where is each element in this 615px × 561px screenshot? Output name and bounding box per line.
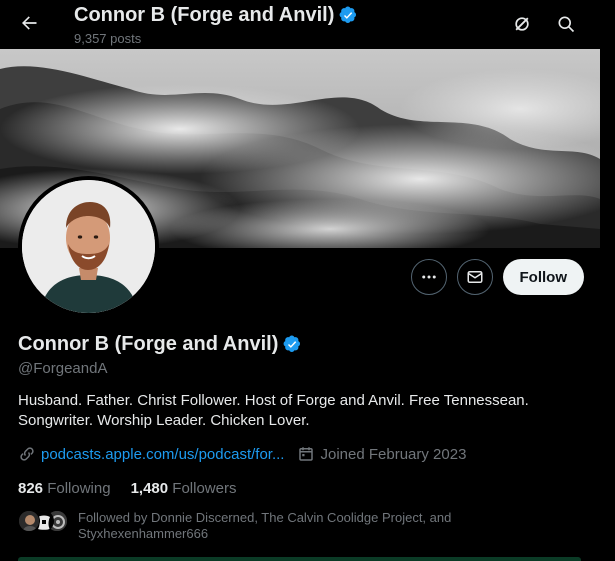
profile-bio: Husband. Father. Christ Follower. Host o… [18,391,578,431]
back-button[interactable] [12,6,46,40]
follower-avatars [18,510,76,532]
header-title: Connor B (Forge and Anvil) [74,4,335,26]
joined-date: Joined February 2023 [320,445,467,463]
followers-count: 1,480 [130,480,169,497]
followers-link[interactable]: 1,480 Followers [131,480,237,497]
profile-actions: Follow [410,259,584,295]
follower-avatar-1 [18,510,40,532]
followed-by-line-2: Styxhexenhammer666 [78,526,209,541]
followed-by-text: Followed by Donnie Discerned, The Calvin… [78,510,478,542]
link-icon [20,447,34,461]
message-button[interactable] [456,259,493,295]
profile-name: Connor B (Forge and Anvil) [18,333,279,355]
search-button[interactable] [550,8,582,40]
message-icon [467,271,482,283]
back-arrow-icon [22,16,37,30]
followed-by-line-1: Followed by Donnie Discerned, The Calvin… [78,510,452,525]
grok-icon [515,17,529,31]
more-icon [421,275,436,279]
following-link[interactable]: 826 Following [18,480,111,497]
followers-label: Followers [172,480,237,497]
avatar-image [22,180,155,313]
follow-button[interactable]: Follow [502,259,584,295]
following-count: 826 [18,480,44,497]
top-bar: Connor B (Forge and Anvil) 9,357 posts [0,0,615,49]
follow-counts: 826 Following 1,480 Followers [18,480,236,497]
calendar-icon [299,447,314,461]
profile-handle: @ForgeandA [18,360,108,377]
bio-line-2: Songwriter. Worship Leader. Chicken Love… [18,412,310,429]
website-link[interactable]: podcasts.apple.com/us/podcast/for... [41,446,284,463]
bottom-banner-edge [18,557,581,561]
search-icon [558,16,575,33]
profile-website[interactable]: podcasts.apple.com/us/podcast/for... [18,445,284,463]
verified-badge-icon [339,6,358,25]
more-button[interactable] [410,259,447,295]
verified-badge-icon[interactable] [283,335,302,354]
bio-line-1: Husband. Father. Christ Follower. Host o… [18,392,529,409]
following-label: Following [47,480,111,497]
post-count: 9,357 posts [74,31,142,46]
header-title-block: Connor B (Forge and Anvil) 9,357 posts [74,3,358,46]
followed-by[interactable]: Followed by Donnie Discerned, The Calvin… [18,510,478,542]
profile-joined: Joined February 2023 [297,445,466,463]
scrollbar-track[interactable] [600,49,615,561]
profile-name-row: Connor B (Forge and Anvil) [18,333,302,356]
grok-button[interactable] [506,8,538,40]
profile-meta: podcasts.apple.com/us/podcast/for... Joi… [18,445,466,463]
profile-avatar[interactable] [18,176,159,317]
